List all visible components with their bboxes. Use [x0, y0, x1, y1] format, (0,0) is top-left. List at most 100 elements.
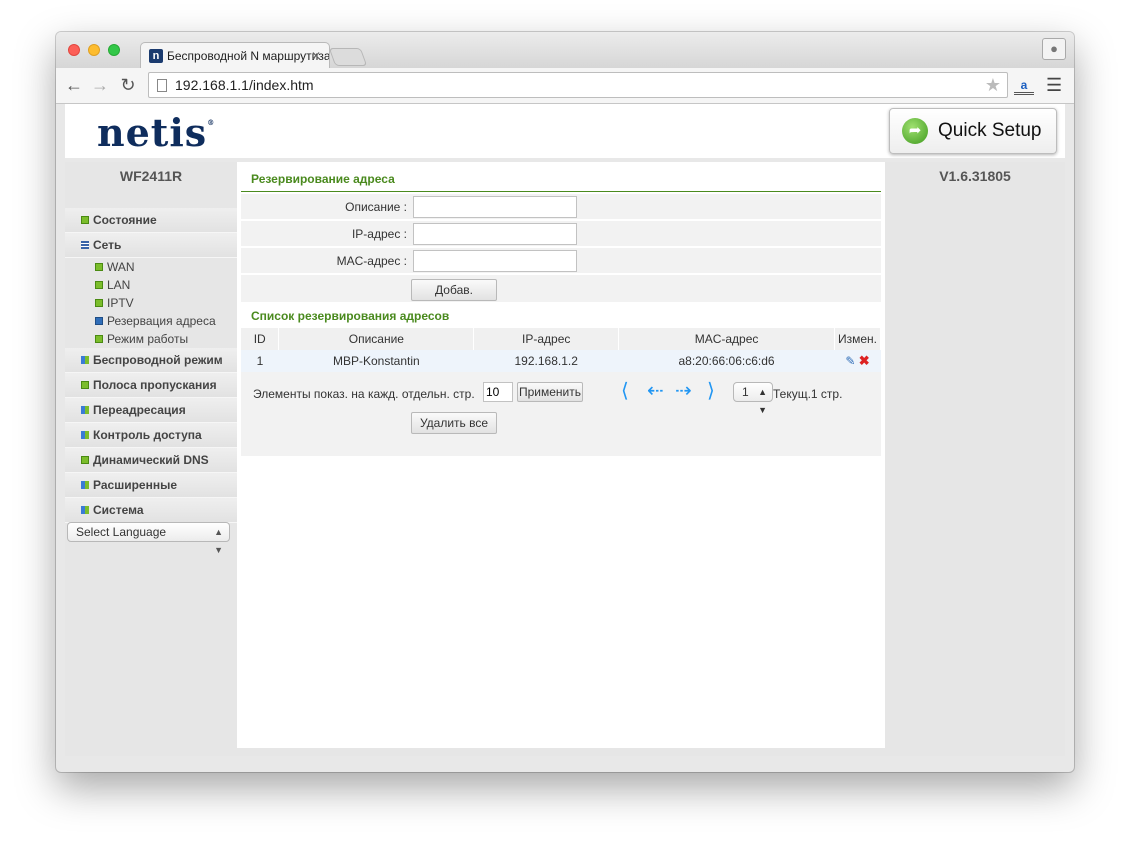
description-row: Описание :: [241, 194, 881, 220]
list-section-title: Список резервирования адресов: [241, 305, 881, 329]
title-bar: n Беспроводной N маршрутизатор ✕ ●: [56, 32, 1074, 68]
sidebar-item-wireless[interactable]: Беспроводной режим: [65, 348, 237, 373]
sidebar-subitem-reservation[interactable]: Резервация адреса: [65, 312, 237, 330]
select-arrows-icon: ▲ ▼: [758, 387, 767, 415]
close-window-button[interactable]: [68, 44, 80, 56]
quick-setup-arrow-icon: ➦: [902, 118, 928, 144]
zoom-window-button[interactable]: [108, 44, 120, 56]
green-square-icon: [81, 216, 89, 224]
green-square-icon: [95, 299, 103, 307]
cell-id: 1: [241, 350, 279, 372]
browser-tab[interactable]: n Беспроводной N маршрутизатор ✕: [140, 42, 330, 68]
sidebar-item-access-control[interactable]: Контроль доступа: [65, 423, 237, 448]
reservation-table: ID Описание IP-адрес MAC-адрес Измен. 1 …: [241, 328, 882, 372]
first-page-chevron-icon[interactable]: ⟨: [621, 380, 629, 402]
grid-icon: [81, 431, 89, 439]
page-select[interactable]: 1 ▲ ▼: [733, 382, 773, 415]
per-page-label: Элементы показ. на кажд. отдельн. стр.: [253, 387, 475, 401]
apply-button[interactable]: Применить: [517, 382, 583, 402]
bookmark-star-icon[interactable]: ★: [985, 75, 1001, 95]
address-bar[interactable]: 192.168.1.1/index.htm ★: [148, 72, 1008, 98]
language-select[interactable]: Select Language ▲ ▼: [67, 522, 230, 555]
sidebar-item-network[interactable]: Сеть: [65, 233, 237, 258]
description-label: Описание :: [345, 200, 407, 214]
bottom-strip: [237, 748, 885, 756]
hamburger-menu-icon[interactable]: ☰: [1046, 76, 1062, 94]
column-header-edit: Измен.: [834, 328, 882, 350]
quick-setup-button[interactable]: ➦ Quick Setup: [889, 108, 1057, 154]
grid-icon: [81, 506, 89, 514]
sidebar-item-advanced[interactable]: Расширенные: [65, 473, 237, 498]
tab-title: Беспроводной N маршрутизатор: [167, 49, 330, 63]
green-square-icon: [95, 263, 103, 271]
mac-label: MAC-адрес :: [336, 254, 407, 268]
delete-x-icon[interactable]: ✖: [859, 353, 870, 368]
ip-row: IP-адрес :: [241, 221, 881, 247]
right-panel: V1.6.31805: [885, 162, 1065, 756]
page-viewport: netis® ➦ Quick Setup WF2411R Состояние С…: [65, 104, 1065, 756]
url-text[interactable]: 192.168.1.1/index.htm: [175, 73, 314, 97]
table-header-row: ID Описание IP-адрес MAC-адрес Измен.: [241, 328, 882, 350]
add-button[interactable]: Добав.: [411, 279, 497, 301]
prev-page-arrow-icon[interactable]: ⇠: [647, 380, 664, 402]
column-header-mac: MAC-адрес: [618, 328, 835, 350]
model-name: WF2411R: [119, 168, 183, 184]
extension-icon[interactable]: a: [1014, 75, 1034, 95]
minimize-window-button[interactable]: [88, 44, 100, 56]
mac-row: MAC-адрес :: [241, 248, 881, 274]
current-page-label: Текущ.1 стр.: [773, 387, 843, 401]
router-header: netis® ➦ Quick Setup: [65, 104, 1065, 158]
column-header-id: ID: [241, 328, 280, 350]
netis-favicon-icon: n: [149, 49, 163, 63]
select-arrows-icon: ▲ ▼: [214, 527, 223, 555]
forward-arrow-icon[interactable]: →: [90, 74, 110, 96]
edit-pencil-icon[interactable]: ✎: [845, 354, 855, 368]
sidebar: WF2411R Состояние Сеть WAN LAN IPTV Резе…: [65, 162, 237, 756]
sidebar-subitem-mode[interactable]: Режим работы: [65, 330, 237, 348]
main-content: Резервирование адреса Описание : IP-адре…: [237, 162, 885, 748]
sidebar-subitem-iptv[interactable]: IPTV: [65, 294, 237, 312]
sidebar-item-system[interactable]: Система: [65, 498, 237, 523]
new-tab-button[interactable]: [328, 48, 368, 66]
grid-icon: [81, 356, 89, 364]
back-arrow-icon[interactable]: ←: [64, 74, 84, 96]
green-square-icon: [95, 335, 103, 343]
column-header-description: Описание: [278, 328, 475, 350]
lines-icon: [81, 241, 89, 249]
reload-icon[interactable]: ↻: [118, 74, 138, 96]
grid-icon: [81, 406, 89, 414]
page-icon: [157, 79, 167, 92]
description-field[interactable]: [413, 196, 577, 218]
browser-window: n Беспроводной N маршрутизатор ✕ ● ← → ↻…: [56, 32, 1074, 772]
sidebar-subitem-lan[interactable]: LAN: [65, 276, 237, 294]
netis-logo: netis®: [97, 110, 216, 155]
next-page-arrow-icon[interactable]: ⇢: [675, 380, 692, 402]
sidebar-menu: Состояние Сеть WAN LAN IPTV Резервация а…: [65, 208, 237, 523]
cell-actions: ✎ ✖: [834, 350, 881, 372]
quick-setup-label: Quick Setup: [938, 120, 1042, 141]
reservation-section-title: Резервирование адреса: [241, 168, 881, 192]
table-row: 1 MBP-Konstantin 192.168.1.2 a8:20:66:06…: [241, 350, 881, 372]
ip-label: IP-адрес :: [351, 227, 407, 241]
sidebar-item-forwarding[interactable]: Переадресация: [65, 398, 237, 423]
delete-all-button[interactable]: Удалить все: [411, 412, 497, 434]
sidebar-subitem-wan[interactable]: WAN: [65, 258, 237, 276]
profile-icon[interactable]: ●: [1042, 38, 1066, 60]
cell-ip: 192.168.1.2: [473, 350, 619, 372]
green-square-icon: [95, 281, 103, 289]
sidebar-item-status[interactable]: Состояние: [65, 208, 237, 233]
ip-address-field[interactable]: [413, 223, 577, 245]
blue-arrow-icon: [95, 317, 103, 325]
green-square-icon: [81, 456, 89, 464]
mac-address-field[interactable]: [413, 250, 577, 272]
sidebar-item-ddns[interactable]: Динамический DNS: [65, 448, 237, 473]
per-page-input[interactable]: [483, 382, 513, 402]
green-square-icon: [81, 381, 89, 389]
browser-toolbar: ← → ↻ 192.168.1.1/index.htm ★ a ☰: [56, 68, 1074, 104]
last-page-chevron-icon[interactable]: ⟩: [707, 380, 715, 402]
cell-mac: a8:20:66:06:c6:d6: [618, 350, 835, 372]
cell-description: MBP-Konstantin: [278, 350, 474, 372]
tab-close-icon[interactable]: ✕: [311, 43, 321, 68]
sidebar-item-bandwidth[interactable]: Полоса пропускания: [65, 373, 237, 398]
firmware-version: V1.6.31805: [939, 168, 1011, 184]
